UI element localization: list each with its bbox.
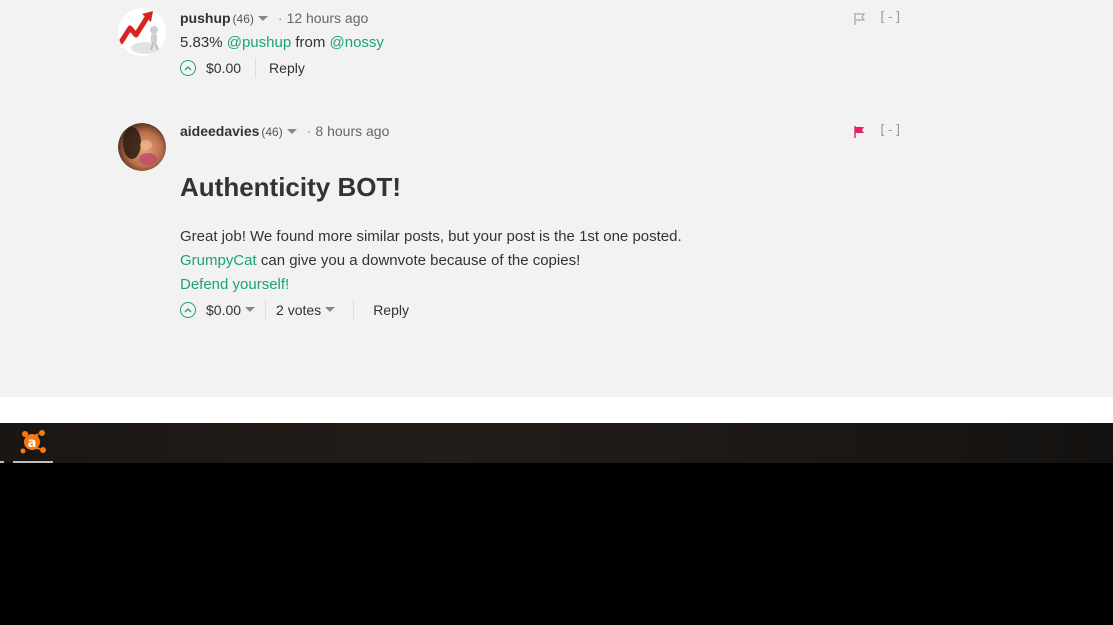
mention-link[interactable]: @nossy: [330, 34, 384, 51]
timestamp[interactable]: 8 hours ago: [315, 123, 389, 139]
flag-outline-icon[interactable]: [853, 11, 867, 25]
reply-link[interactable]: Reply: [269, 60, 305, 76]
author-dropdown-caret-icon[interactable]: [286, 128, 297, 134]
reply-link[interactable]: Reply: [373, 302, 409, 318]
comment-tools: [-]: [853, 121, 902, 141]
comment-footer: $0.00 Reply: [180, 55, 910, 81]
payout-value[interactable]: $0.00: [206, 60, 241, 76]
flag-filled-icon[interactable]: [853, 124, 867, 138]
votes-dropdown-caret-icon[interactable]: [325, 306, 336, 312]
percent-text: 5.83%: [180, 34, 223, 51]
comment-body: aideedavies (46) · 8 hours ago [-] Authenti…: [180, 121, 910, 323]
text-line: GrumpyCat can give you a downvote becaus…: [180, 249, 910, 273]
author-link[interactable]: aideedavies: [180, 123, 259, 139]
avast-letter: a: [28, 436, 37, 451]
text-segment: can give you a downvote because of the c…: [256, 252, 581, 269]
comment-heading: Authenticity BOT!: [180, 172, 401, 202]
desktop-background: [0, 463, 1113, 625]
comment-tools: [-]: [853, 8, 902, 28]
timestamp[interactable]: 12 hours ago: [287, 10, 369, 26]
comment-pushup: pushup (46) · 12 hours ago [-] 5.83% @pushu…: [118, 8, 918, 98]
upvote-icon[interactable]: [180, 302, 196, 318]
avast-icon: a: [20, 430, 46, 454]
avatar[interactable]: [118, 123, 166, 171]
divider: [353, 300, 355, 320]
taskbar: a: [0, 423, 1113, 463]
author-link[interactable]: pushup: [180, 10, 231, 26]
reputation: (46): [232, 12, 254, 26]
reputation: (46): [261, 125, 283, 139]
taskbar-app-button[interactable]: a: [12, 423, 54, 463]
collapse-toggle[interactable]: [-]: [879, 8, 902, 28]
comments-area: pushup (46) · 12 hours ago [-] 5.83% @pushu…: [0, 0, 1113, 397]
comment-text: Great job! We found more similar posts, …: [180, 225, 910, 297]
separator-dot: ·: [277, 10, 283, 26]
comment-body: pushup (46) · 12 hours ago [-] 5.83% @pushu…: [180, 8, 910, 81]
mention-link[interactable]: @pushup: [227, 34, 291, 51]
divider: [255, 58, 257, 78]
author-dropdown-caret-icon[interactable]: [257, 15, 268, 21]
page-bottom-strip: [0, 397, 1113, 423]
votes-count[interactable]: 2 votes: [276, 302, 321, 318]
upvote-icon[interactable]: [180, 60, 196, 76]
divider: [265, 300, 267, 320]
text-line: Great job! We found more similar posts, …: [180, 228, 682, 245]
collapse-toggle[interactable]: [-]: [879, 121, 902, 141]
text-line: Defend yourself!: [180, 273, 910, 297]
payout-value[interactable]: $0.00: [206, 302, 241, 318]
comment-meta: aideedavies (46) · 8 hours ago [-]: [180, 121, 910, 141]
comment-text: 5.83% @pushup from @nossy: [180, 31, 910, 55]
defend-link[interactable]: Defend yourself!: [180, 276, 289, 293]
from-text: from: [295, 34, 326, 51]
profile-photo-avatar-icon: [118, 123, 166, 171]
comment-footer: $0.00 2 votes Reply: [180, 297, 910, 323]
avatar[interactable]: [118, 8, 166, 56]
comment-aideedavies: aideedavies (46) · 8 hours ago [-] Authenti…: [118, 121, 918, 351]
trend-arrow-avatar-icon: [118, 8, 166, 56]
comment-meta: pushup (46) · 12 hours ago [-]: [180, 8, 910, 28]
grumpycat-link[interactable]: GrumpyCat: [180, 252, 257, 269]
payout-dropdown-caret-icon[interactable]: [245, 306, 256, 312]
separator-dot: ·: [306, 123, 312, 139]
